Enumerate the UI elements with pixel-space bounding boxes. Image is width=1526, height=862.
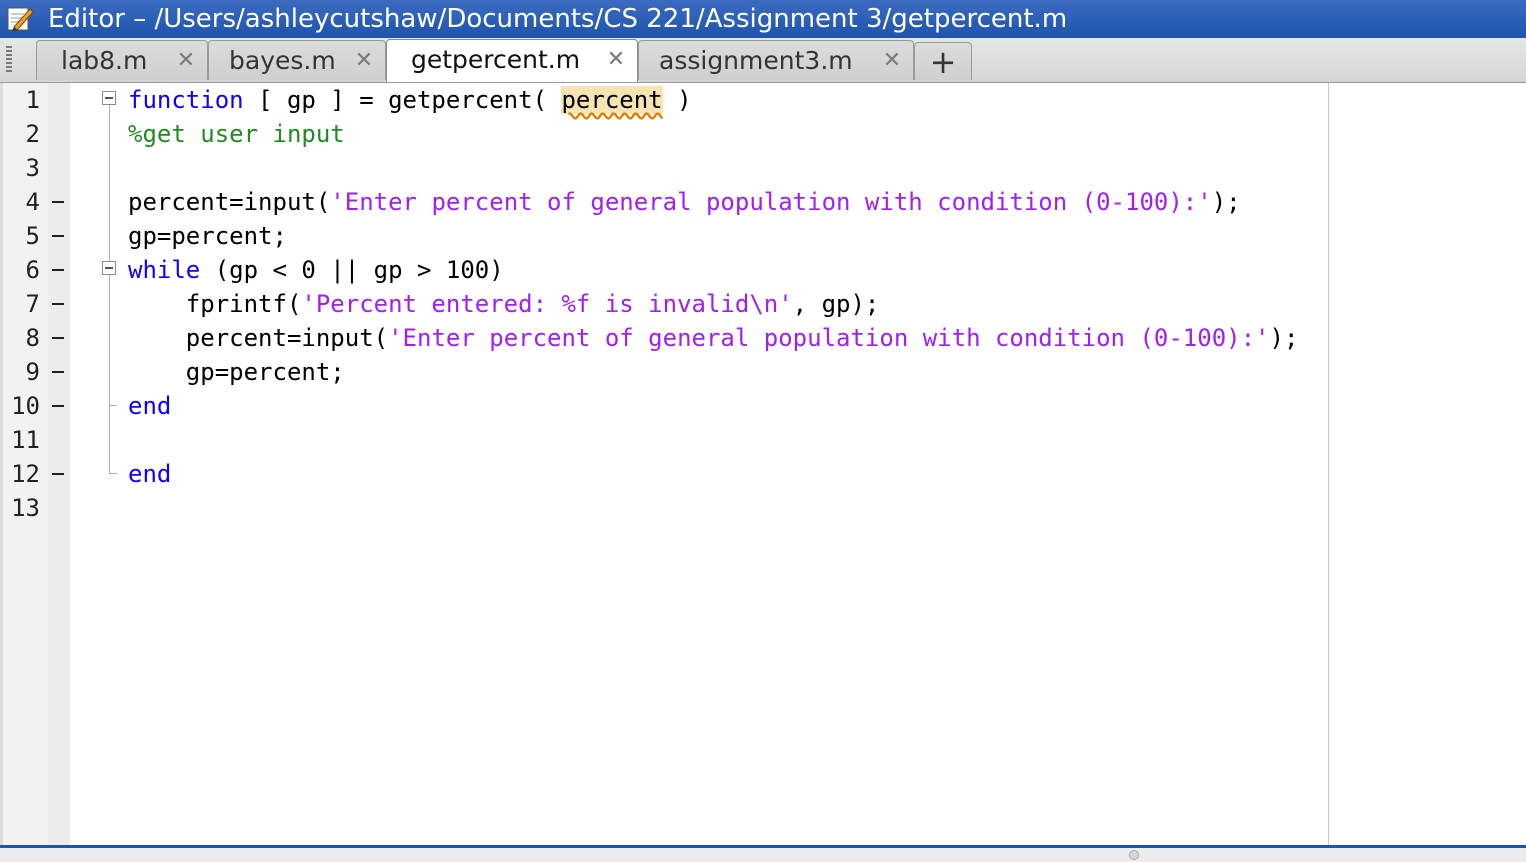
- code-line-12[interactable]: end: [128, 457, 171, 491]
- line-number: 3: [25, 154, 40, 182]
- keyword: while: [128, 256, 201, 284]
- close-tab-icon[interactable]: ✕: [881, 48, 903, 74]
- code-line-10[interactable]: end: [128, 389, 171, 423]
- line-number: 8: [25, 324, 40, 352]
- line-number: 6: [25, 256, 40, 284]
- executable-line-marker[interactable]: [52, 371, 64, 373]
- window-title: Editor – /Users/ashleycutshaw/Documents/…: [48, 4, 1068, 34]
- keyword: function: [128, 86, 244, 114]
- line-number: 11: [11, 426, 40, 454]
- code-text: [ gp ] = getpercent(: [243, 86, 562, 114]
- string-literal: 'Percent entered: %f is invalid\n': [301, 290, 793, 318]
- line-number: 13: [11, 494, 40, 522]
- code-line-1[interactable]: function [ gp ] = getpercent( percent ): [128, 83, 692, 117]
- code-text: (gp < 0 || gp > 100): [200, 256, 504, 284]
- fold-guide-line: [109, 105, 110, 473]
- fold-end-marker: [109, 405, 117, 406]
- line-number: 2: [25, 120, 40, 148]
- code-line-4[interactable]: percent=input('Enter percent of general …: [128, 185, 1241, 219]
- new-tab-button[interactable]: +: [914, 42, 972, 81]
- window-titlebar[interactable]: Editor – /Users/ashleycutshaw/Documents/…: [0, 0, 1526, 38]
- code-text: );: [1211, 188, 1241, 216]
- line-number: 5: [25, 222, 40, 250]
- drag-grip-icon[interactable]: [6, 46, 12, 74]
- editor-pencil-icon: [7, 7, 34, 31]
- code-line-5[interactable]: gp=percent;: [128, 219, 287, 253]
- code-line-6[interactable]: while (gp < 0 || gp > 100): [128, 253, 504, 287]
- executable-line-marker[interactable]: [52, 235, 64, 237]
- line-number: 9: [25, 358, 40, 386]
- right-text-margin: [1328, 83, 1329, 845]
- keyword: end: [128, 460, 172, 488]
- tab-label: bayes.m: [229, 46, 336, 75]
- executable-line-marker[interactable]: [52, 201, 64, 203]
- keyword: end: [128, 392, 172, 420]
- code-line-2[interactable]: %get user input: [128, 117, 345, 151]
- line-number: 10: [11, 392, 40, 420]
- code-line-8[interactable]: percent=input('Enter percent of general …: [128, 321, 1299, 355]
- tab-getpercent[interactable]: getpercent.m ✕: [386, 39, 638, 82]
- code-text: percent=input(: [128, 324, 389, 352]
- line-number: 12: [11, 460, 40, 488]
- tab-label: getpercent.m: [411, 45, 581, 74]
- tab-assignment3[interactable]: assignment3.m ✕: [638, 40, 914, 80]
- executable-line-marker[interactable]: [52, 269, 64, 271]
- fold-end-marker: [109, 473, 117, 474]
- highlighted-variable[interactable]: percent: [561, 86, 663, 114]
- status-bar: [0, 848, 1526, 862]
- code-text: , gp);: [792, 290, 880, 318]
- comment: %get user input: [128, 120, 345, 148]
- line-number: 1: [25, 86, 40, 114]
- close-tab-icon[interactable]: ✕: [175, 48, 197, 74]
- code-text: percent=input(: [128, 188, 331, 216]
- code-text: fprintf(: [128, 290, 302, 318]
- code-text: gp=percent;: [128, 358, 345, 386]
- executable-line-marker[interactable]: [52, 337, 64, 339]
- string-literal: 'Enter percent of general population wit…: [330, 188, 1212, 216]
- tab-bayes[interactable]: bayes.m ✕: [208, 40, 386, 80]
- breakpoint-column[interactable]: [48, 83, 70, 845]
- tab-strip: lab8.m ✕ bayes.m ✕ getpercent.m ✕ assign…: [0, 38, 1526, 83]
- code-text: ): [662, 86, 692, 114]
- executable-line-marker[interactable]: [52, 473, 64, 475]
- code-text: gp=percent;: [128, 222, 287, 250]
- code-line-9[interactable]: gp=percent;: [128, 355, 345, 389]
- tab-lab8[interactable]: lab8.m ✕: [36, 40, 208, 80]
- executable-line-marker[interactable]: [52, 405, 64, 407]
- tab-label: assignment3.m: [659, 46, 853, 75]
- code-line-7[interactable]: fprintf('Percent entered: %f is invalid\…: [128, 287, 880, 321]
- resize-handle-icon[interactable]: [1129, 850, 1139, 860]
- tab-label: lab8.m: [61, 46, 148, 75]
- close-tab-icon[interactable]: ✕: [605, 47, 627, 73]
- line-number: 7: [25, 290, 40, 318]
- string-literal: 'Enter percent of general population wit…: [388, 324, 1270, 352]
- close-tab-icon[interactable]: ✕: [353, 48, 375, 74]
- code-text: );: [1269, 324, 1299, 352]
- fold-while-icon[interactable]: [102, 261, 116, 275]
- line-number: 4: [25, 188, 40, 216]
- fold-function-icon[interactable]: [102, 91, 116, 105]
- executable-line-marker[interactable]: [52, 303, 64, 305]
